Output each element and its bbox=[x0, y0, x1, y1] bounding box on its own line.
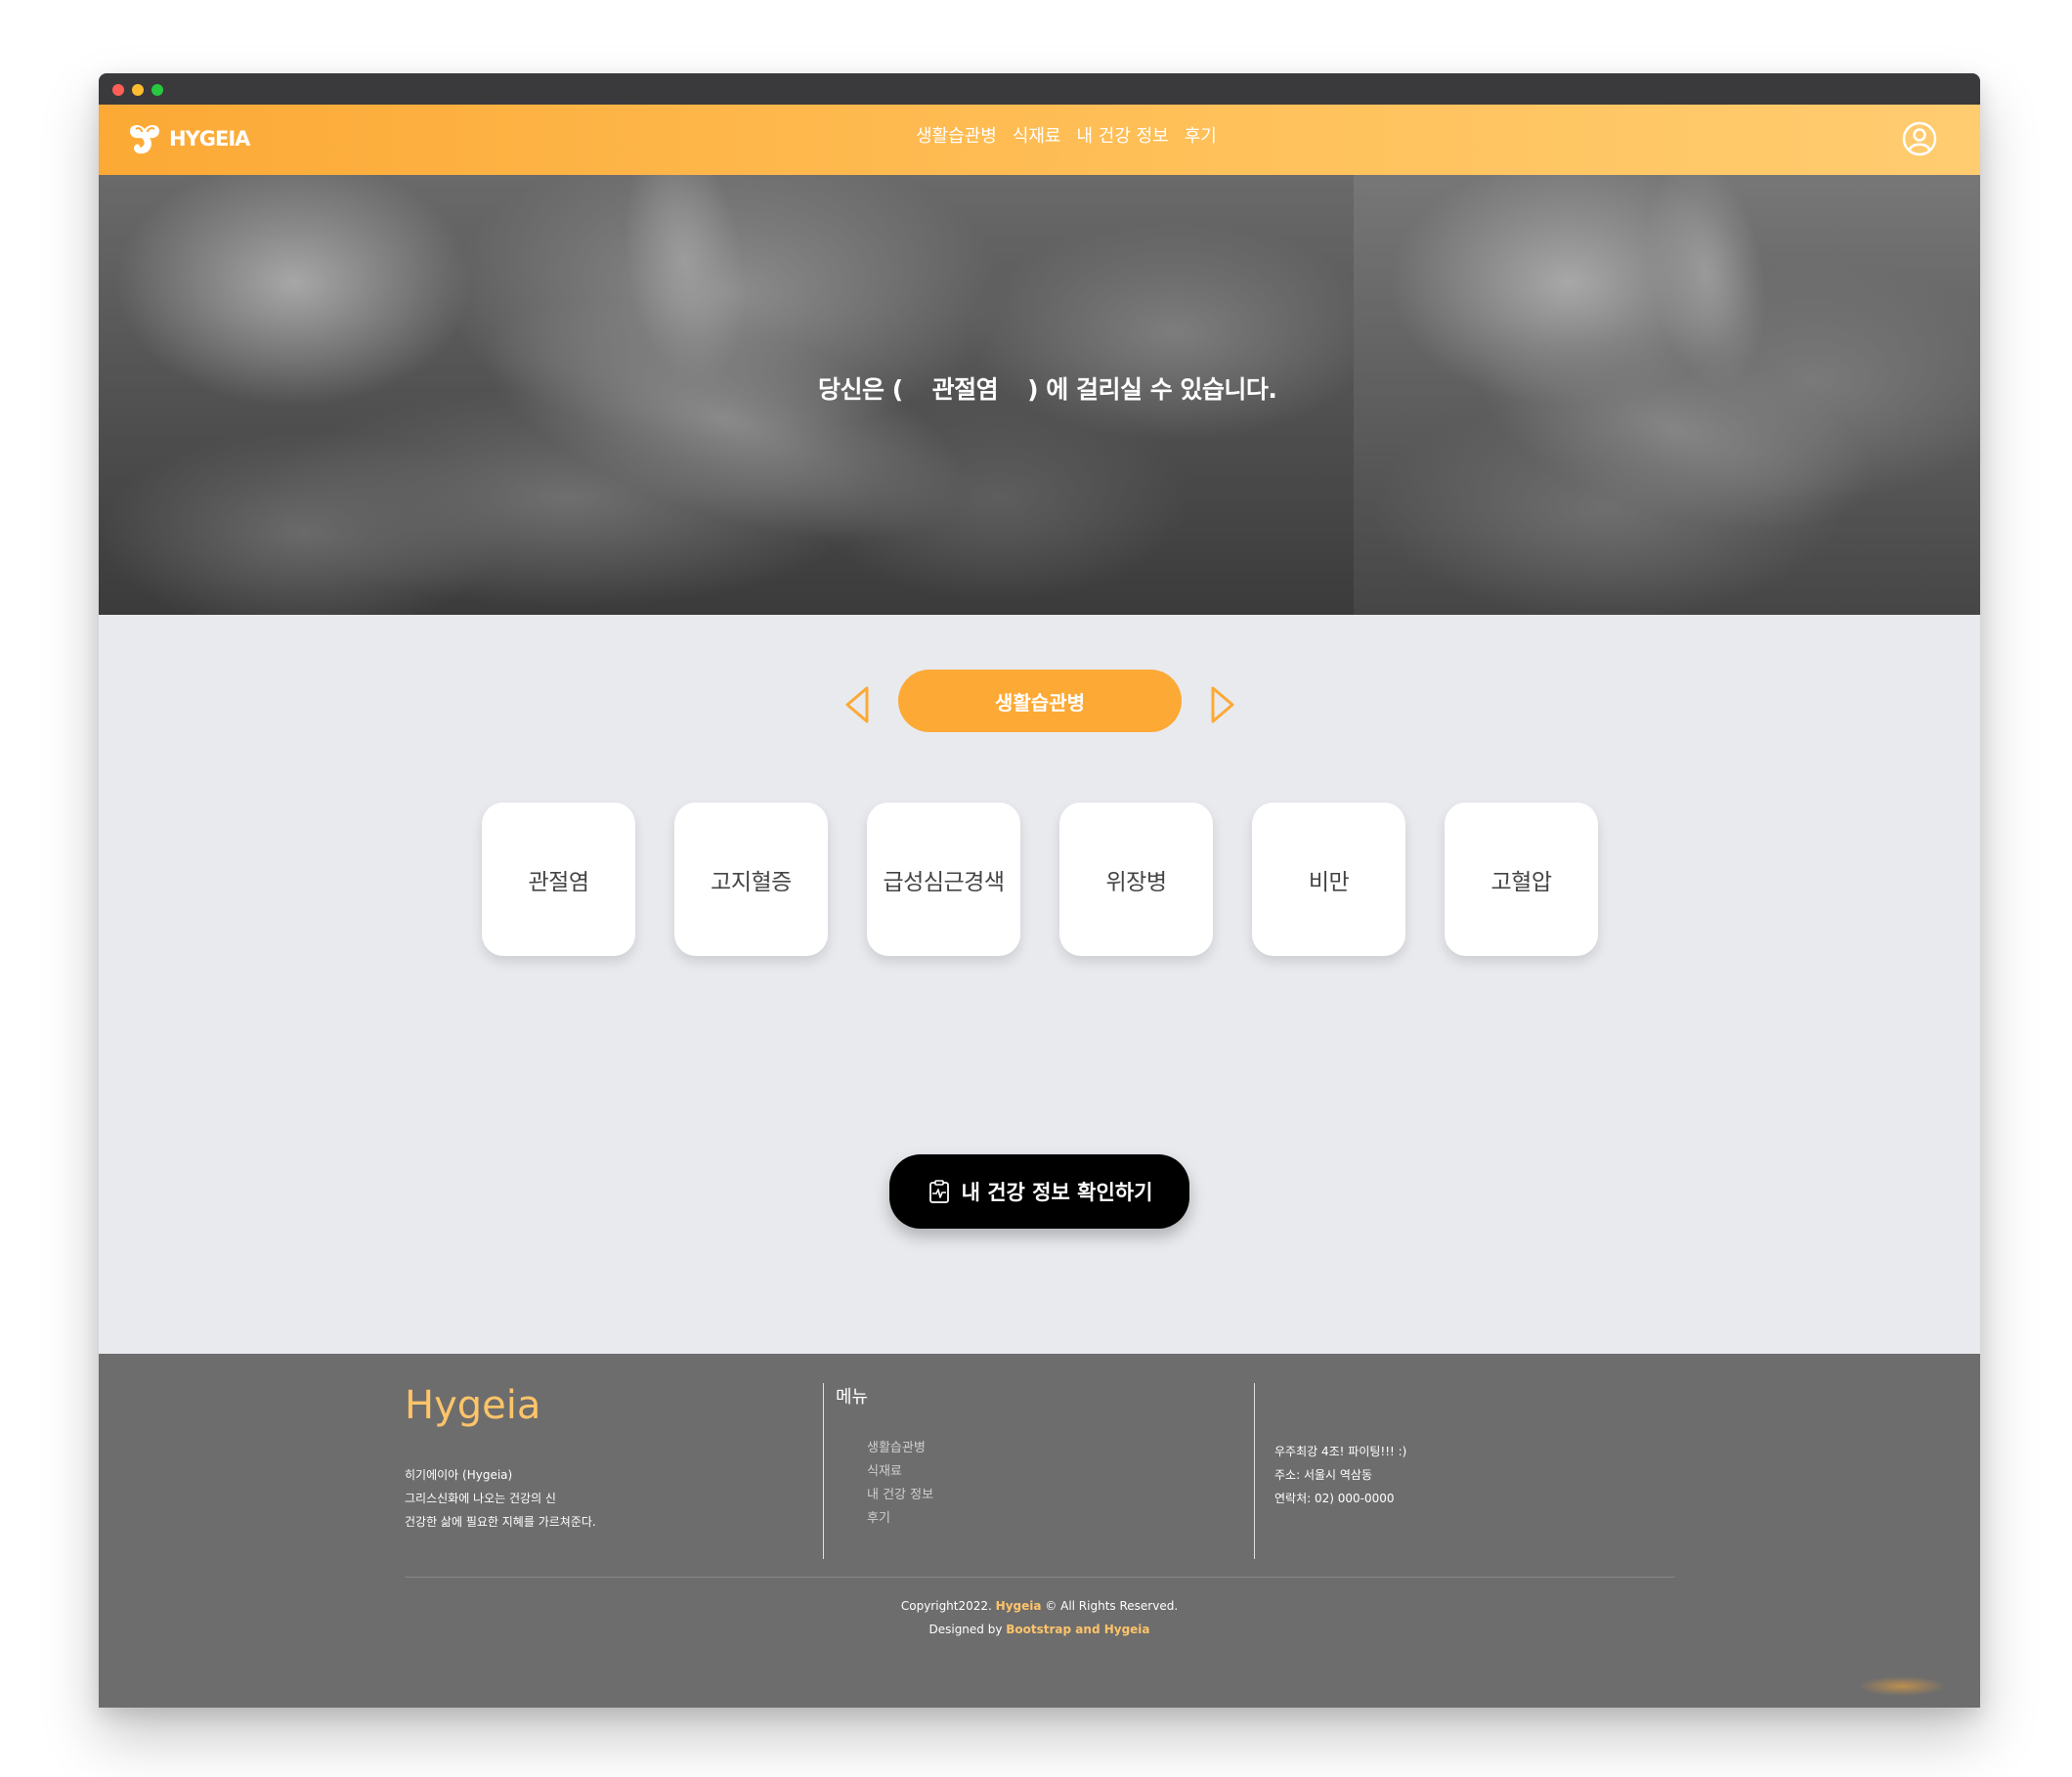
nav-my-health-info[interactable]: 내 건강 정보 bbox=[1077, 122, 1169, 148]
hero-banner: 당신은 ( 관절염 ) 에 걸리실 수 있습니다. bbox=[99, 175, 1980, 615]
footer-menu-lifestyle-disease[interactable]: 생활습관병 bbox=[867, 1440, 933, 1457]
footer-desc-line: 건강한 삶에 필요한 지혜를 가르쳐준다. bbox=[405, 1515, 596, 1529]
logo[interactable]: HYGEIA bbox=[126, 121, 250, 156]
category-pill[interactable]: 생활습관병 bbox=[898, 670, 1182, 732]
category-selector: 생활습관병 bbox=[99, 670, 1980, 738]
footer-desc-line: 그리스신화에 나오는 건강의 신 bbox=[405, 1492, 556, 1505]
hero-suffix: ) 에 걸리실 수 있습니다. bbox=[1027, 375, 1277, 404]
hero-message: 당신은 ( 관절염 ) 에 걸리실 수 있습니다. bbox=[818, 370, 1277, 406]
clipboard-health-icon bbox=[928, 1180, 949, 1203]
check-health-info-button[interactable]: 내 건강 정보 확인하기 bbox=[889, 1154, 1189, 1229]
hero-prefix: 당신은 ( bbox=[818, 375, 903, 404]
nav-lifestyle-disease[interactable]: 생활습관병 bbox=[916, 122, 997, 148]
triangle-left-icon[interactable] bbox=[843, 685, 873, 724]
disease-card-hyperlipidemia[interactable]: 고지혈증 bbox=[674, 802, 828, 956]
copyright-prefix: Copyright2022. bbox=[900, 1599, 996, 1613]
footer-divider bbox=[823, 1383, 824, 1559]
footer-contact: 우주최강 4조! 파이팅!!! :) 주소: 서울시 역삼동 연락처: 02) … bbox=[1274, 1440, 1406, 1510]
disease-card-arthritis[interactable]: 관절염 bbox=[482, 802, 635, 956]
disease-card-hypertension[interactable]: 고혈압 bbox=[1445, 802, 1598, 956]
nav-reviews[interactable]: 후기 bbox=[1185, 122, 1217, 148]
browser-window: HYGEIA 생활습관병 식재료 내 건강 정보 후기 당신은 ( 관절염 ) 에 … bbox=[99, 73, 1980, 1708]
close-window-button[interactable] bbox=[112, 84, 124, 96]
nav-ingredients[interactable]: 식재료 bbox=[1013, 122, 1061, 148]
footer-menu-my-health-info[interactable]: 내 건강 정보 bbox=[867, 1487, 933, 1504]
copyright-line: Copyright2022. Hygeia © All Rights Reser… bbox=[99, 1594, 1980, 1618]
footer-menu-title: 메뉴 bbox=[836, 1387, 869, 1408]
footer-menu-ingredients[interactable]: 식재료 bbox=[867, 1463, 933, 1481]
window-titlebar bbox=[99, 73, 1980, 105]
disease-card-obesity[interactable]: 비만 bbox=[1252, 802, 1405, 956]
designed-prefix: Designed by bbox=[928, 1623, 1007, 1636]
hero-disease: 관절염 bbox=[931, 375, 999, 404]
minimize-window-button[interactable] bbox=[132, 84, 144, 96]
footer-contact-line: 우주최강 4조! 파이팅!!! :) bbox=[1274, 1445, 1407, 1458]
maximize-window-button[interactable] bbox=[151, 84, 163, 96]
copyright-brand: Hygeia bbox=[995, 1599, 1042, 1613]
disease-card-myocardial-infarction[interactable]: 급성심근경색 bbox=[867, 802, 1020, 956]
disease-cards: 관절염 고지혈증 급성심근경색 위장병 비만 고혈압 bbox=[482, 802, 1598, 956]
hygeia-logo-icon bbox=[130, 125, 159, 154]
user-circle-icon[interactable] bbox=[1902, 121, 1937, 156]
designed-by-link[interactable]: Bootstrap and Hygeia bbox=[1006, 1623, 1149, 1636]
footer: Hygeia 히기에이아 (Hygeia) 그리스신화에 나오는 건강의 신 건… bbox=[99, 1354, 1980, 1708]
footer-menu: 생활습관병 식재료 내 건강 정보 후기 bbox=[867, 1440, 933, 1528]
triangle-right-icon[interactable] bbox=[1207, 685, 1236, 724]
copyright-suffix: © All Rights Reserved. bbox=[1041, 1599, 1179, 1613]
check-health-info-label: 내 건강 정보 확인하기 bbox=[961, 1181, 1153, 1204]
hero-image-side bbox=[1354, 175, 1980, 615]
scroll-top-glow bbox=[1858, 1676, 1946, 1696]
footer-divider bbox=[1254, 1383, 1255, 1559]
footer-rule bbox=[405, 1577, 1675, 1578]
footer-description: 히기에이아 (Hygeia) 그리스신화에 나오는 건강의 신 건강한 삶에 필… bbox=[405, 1463, 596, 1534]
logo-text: HYGEIA bbox=[169, 127, 250, 151]
footer-desc-line: 히기에이아 (Hygeia) bbox=[405, 1468, 513, 1482]
designed-by-line: Designed by Bootstrap and Hygeia bbox=[99, 1618, 1980, 1641]
footer-contact-line: 연락처: 02) 000-0000 bbox=[1274, 1492, 1395, 1505]
nav-links: 생활습관병 식재료 내 건강 정보 후기 bbox=[916, 122, 1217, 148]
footer-copyright: Copyright2022. Hygeia © All Rights Reser… bbox=[99, 1594, 1980, 1641]
disease-card-gastric-disease[interactable]: 위장병 bbox=[1059, 802, 1213, 956]
footer-contact-line: 주소: 서울시 역삼동 bbox=[1274, 1468, 1372, 1482]
footer-menu-reviews[interactable]: 후기 bbox=[867, 1510, 933, 1528]
footer-brand: Hygeia bbox=[405, 1383, 541, 1428]
navbar: HYGEIA 생활습관병 식재료 내 건강 정보 후기 bbox=[99, 105, 1980, 175]
